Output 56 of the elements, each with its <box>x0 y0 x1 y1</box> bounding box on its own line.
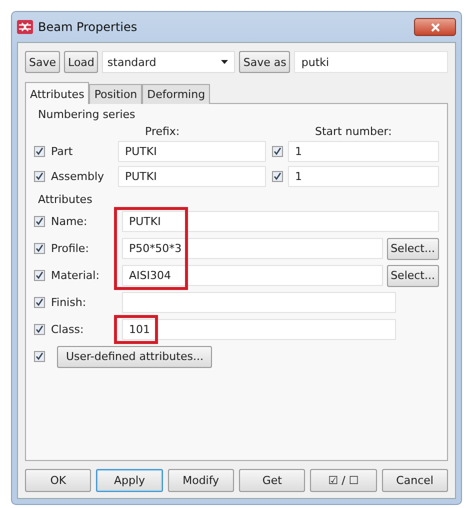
checkbox[interactable] <box>34 270 45 281</box>
checkbox[interactable] <box>272 171 283 182</box>
column-header: Prefix: <box>145 124 181 138</box>
dialog-button[interactable]: Apply <box>96 469 163 492</box>
group-title: Attributes <box>38 193 94 206</box>
field-value: PUTKI <box>129 215 161 228</box>
checkbox[interactable] <box>34 351 45 362</box>
prefix-field[interactable]: PUTKI <box>118 141 266 162</box>
field-value: P50*50*3 <box>129 242 182 255</box>
tab[interactable]: Deforming <box>142 84 210 104</box>
window-title: Beam Properties <box>38 20 138 34</box>
select-button[interactable]: Select... <box>386 238 439 260</box>
app-icon <box>17 20 33 34</box>
checkbox[interactable] <box>34 216 45 227</box>
attribute-field[interactable]: AISI304 <box>122 265 383 286</box>
attribute-field[interactable] <box>122 292 396 313</box>
start-number-field[interactable]: 1 <box>288 141 439 162</box>
close-icon <box>430 22 440 32</box>
prefix-field[interactable]: PUTKI <box>118 166 266 187</box>
tab[interactable]: Position <box>89 84 142 104</box>
row-label: Part <box>51 145 73 158</box>
group-title: Numbering series <box>38 108 136 121</box>
checkbox[interactable] <box>34 243 45 254</box>
tab[interactable]: Attributes <box>25 82 90 104</box>
row-label: Class: <box>51 323 84 336</box>
attribute-field[interactable]: 101 <box>122 319 396 340</box>
row-label: Assembly <box>51 170 104 183</box>
save-name-field[interactable]: putki <box>294 51 448 73</box>
attribute-field[interactable]: P50*50*3 <box>122 238 383 259</box>
dialog-button[interactable]: Modify <box>168 469 234 492</box>
row-label: Material: <box>51 269 100 282</box>
checkbox[interactable] <box>34 171 45 182</box>
checkbox[interactable] <box>34 297 45 308</box>
start-number-field[interactable]: 1 <box>288 166 439 187</box>
column-header: Start number: <box>315 124 392 138</box>
checkbox[interactable] <box>272 146 283 157</box>
load-button[interactable]: Load <box>64 51 98 73</box>
field-value: AISI304 <box>129 269 171 282</box>
close-button[interactable] <box>414 18 456 36</box>
attribute-field[interactable]: PUTKI <box>122 211 439 232</box>
save-as-button[interactable]: Save as <box>239 51 290 73</box>
field-value: 101 <box>129 323 150 336</box>
row-label: Finish: <box>51 296 86 309</box>
caret-icon <box>221 60 228 64</box>
dialog-button[interactable]: Cancel <box>382 469 448 492</box>
row-label: Profile: <box>51 242 89 255</box>
checkbox[interactable] <box>34 324 45 335</box>
dialog-button[interactable]: ☑ / ☐ <box>310 469 377 492</box>
row-label: Name: <box>51 215 88 228</box>
save-button[interactable]: Save <box>25 51 60 73</box>
dialog-button[interactable]: Get <box>238 469 306 492</box>
select-button[interactable]: Select... <box>386 264 439 286</box>
checkbox[interactable] <box>34 146 45 157</box>
user-attributes-button[interactable]: User-defined attributes... <box>57 346 212 368</box>
dialog-button[interactable]: OK <box>25 469 92 492</box>
preset-dropdown[interactable]: standard <box>102 51 236 73</box>
